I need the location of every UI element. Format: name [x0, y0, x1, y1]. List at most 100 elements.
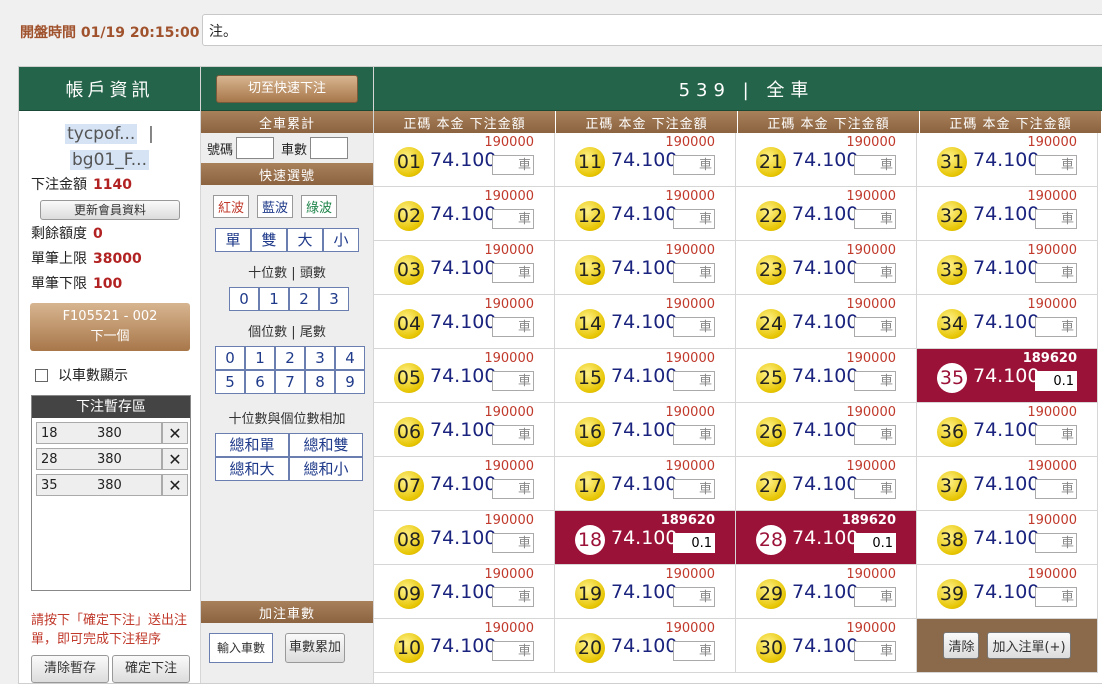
tens-3-button[interactable]: 3: [319, 287, 349, 311]
bet-input[interactable]: 車: [673, 479, 715, 499]
next-account-button[interactable]: F105521 - 002 下一個: [30, 303, 190, 351]
bet-input[interactable]: 車: [492, 317, 534, 337]
remove-icon[interactable]: ✕: [162, 474, 188, 496]
even-button[interactable]: 雙: [251, 228, 287, 252]
bet-input[interactable]: 車: [673, 263, 715, 283]
number-cell-16[interactable]: 190000 16 74.100 車: [555, 403, 736, 457]
number-cell-30[interactable]: 190000 30 74.100 車: [736, 619, 917, 673]
number-cell-26[interactable]: 190000 26 74.100 車: [736, 403, 917, 457]
bet-input[interactable]: 車: [1035, 317, 1077, 337]
quick-bet-switch-button[interactable]: 切至快速下注: [216, 74, 358, 103]
bet-input[interactable]: 車: [854, 371, 896, 391]
bet-input[interactable]: 車: [1035, 425, 1077, 445]
bet-input[interactable]: 車: [673, 587, 715, 607]
bet-input[interactable]: 車: [854, 587, 896, 607]
number-cell-14[interactable]: 190000 14 74.100 車: [555, 295, 736, 349]
number-cell-07[interactable]: 190000 07 74.100 車: [374, 457, 555, 511]
number-cell-10[interactable]: 190000 10 74.100 車: [374, 619, 555, 673]
units-6-button[interactable]: 6: [245, 370, 275, 394]
units-7-button[interactable]: 7: [275, 370, 305, 394]
bet-input[interactable]: 0.1: [673, 533, 715, 553]
units-8-button[interactable]: 8: [305, 370, 335, 394]
number-cell-05[interactable]: 190000 05 74.100 車: [374, 349, 555, 403]
number-cell-20[interactable]: 190000 20 74.100 車: [555, 619, 736, 673]
cum-count-input[interactable]: [310, 137, 349, 159]
bet-input[interactable]: 車: [673, 317, 715, 337]
cum-number-input[interactable]: [236, 137, 275, 159]
bet-input[interactable]: 車: [1035, 587, 1077, 607]
bet-input[interactable]: 車: [1035, 155, 1077, 175]
number-cell-28[interactable]: 189620 28 74.100 0.1: [736, 511, 917, 565]
bet-input[interactable]: 車: [854, 155, 896, 175]
sum-big-button[interactable]: 總和大: [215, 457, 289, 481]
number-cell-27[interactable]: 190000 27 74.100 車: [736, 457, 917, 511]
units-3-button[interactable]: 3: [305, 346, 335, 370]
bet-input[interactable]: 車: [492, 209, 534, 229]
number-cell-37[interactable]: 190000 37 74.100 車: [917, 457, 1098, 511]
number-cell-36[interactable]: 190000 36 74.100 車: [917, 403, 1098, 457]
bet-input[interactable]: 車: [492, 641, 534, 661]
sum-even-button[interactable]: 總和雙: [289, 433, 363, 457]
bet-input[interactable]: 車: [1035, 533, 1077, 553]
bet-input[interactable]: 車: [1035, 479, 1077, 499]
bet-input[interactable]: 車: [854, 317, 896, 337]
units-2-button[interactable]: 2: [275, 346, 305, 370]
number-cell-31[interactable]: 190000 31 74.100 車: [917, 133, 1098, 187]
small-button[interactable]: 小: [323, 228, 359, 252]
blue-wave-button[interactable]: 藍波: [257, 195, 294, 218]
units-5-button[interactable]: 5: [215, 370, 245, 394]
number-cell-08[interactable]: 190000 08 74.100 車: [374, 511, 555, 565]
bet-input[interactable]: 0.1: [1035, 371, 1077, 391]
number-cell-19[interactable]: 190000 19 74.100 車: [555, 565, 736, 619]
number-cell-38[interactable]: 190000 38 74.100 車: [917, 511, 1098, 565]
add-count-button[interactable]: 車數累加: [285, 633, 345, 663]
add-count-input[interactable]: 輸入車數: [209, 633, 273, 663]
number-cell-22[interactable]: 190000 22 74.100 車: [736, 187, 917, 241]
bet-input[interactable]: 車: [673, 641, 715, 661]
bet-input[interactable]: 車: [673, 209, 715, 229]
number-cell-24[interactable]: 190000 24 74.100 車: [736, 295, 917, 349]
clear-temp-button[interactable]: 清除暫存: [31, 655, 109, 683]
number-cell-06[interactable]: 190000 06 74.100 車: [374, 403, 555, 457]
tens-0-button[interactable]: 0: [229, 287, 259, 311]
number-cell-32[interactable]: 190000 32 74.100 車: [917, 187, 1098, 241]
number-cell-02[interactable]: 190000 02 74.100 車: [374, 187, 555, 241]
sum-odd-button[interactable]: 總和單: [215, 433, 289, 457]
number-cell-39[interactable]: 190000 39 74.100 車: [917, 565, 1098, 619]
refresh-member-button[interactable]: 更新會員資料: [40, 200, 180, 220]
sum-small-button[interactable]: 總和小: [289, 457, 363, 481]
units-4-button[interactable]: 4: [335, 346, 365, 370]
bet-input[interactable]: 車: [854, 479, 896, 499]
bet-input[interactable]: 車: [673, 155, 715, 175]
number-cell-12[interactable]: 190000 12 74.100 車: [555, 187, 736, 241]
number-cell-09[interactable]: 190000 09 74.100 車: [374, 565, 555, 619]
units-0-button[interactable]: 0: [215, 346, 245, 370]
number-cell-13[interactable]: 190000 13 74.100 車: [555, 241, 736, 295]
remove-icon[interactable]: ✕: [162, 422, 188, 444]
bet-input[interactable]: 車: [1035, 263, 1077, 283]
number-cell-18[interactable]: 189620 18 74.100 0.1: [555, 511, 736, 565]
confirm-bet-button[interactable]: 確定下注: [112, 655, 190, 683]
clear-grid-button[interactable]: 清除: [943, 632, 980, 659]
green-wave-button[interactable]: 綠波: [301, 195, 338, 218]
remove-icon[interactable]: ✕: [162, 448, 188, 470]
bet-input[interactable]: 車: [492, 587, 534, 607]
number-cell-17[interactable]: 190000 17 74.100 車: [555, 457, 736, 511]
bet-input[interactable]: 車: [492, 479, 534, 499]
by-count-checkbox[interactable]: [35, 368, 48, 382]
bet-input[interactable]: 車: [492, 425, 534, 445]
number-cell-11[interactable]: 190000 11 74.100 車: [555, 133, 736, 187]
number-cell-23[interactable]: 190000 23 74.100 車: [736, 241, 917, 295]
bet-input[interactable]: 車: [854, 263, 896, 283]
number-cell-29[interactable]: 190000 29 74.100 車: [736, 565, 917, 619]
bet-input[interactable]: 車: [492, 371, 534, 391]
by-count-toggle[interactable]: 以車數顯示: [35, 365, 200, 385]
odd-button[interactable]: 單: [215, 228, 251, 252]
bet-input[interactable]: 車: [492, 155, 534, 175]
units-9-button[interactable]: 9: [335, 370, 365, 394]
number-cell-34[interactable]: 190000 34 74.100 車: [917, 295, 1098, 349]
number-cell-35[interactable]: 189620 35 74.100 0.1: [917, 349, 1098, 403]
bet-input[interactable]: 車: [673, 371, 715, 391]
bet-input[interactable]: 車: [492, 533, 534, 553]
tens-1-button[interactable]: 1: [259, 287, 289, 311]
